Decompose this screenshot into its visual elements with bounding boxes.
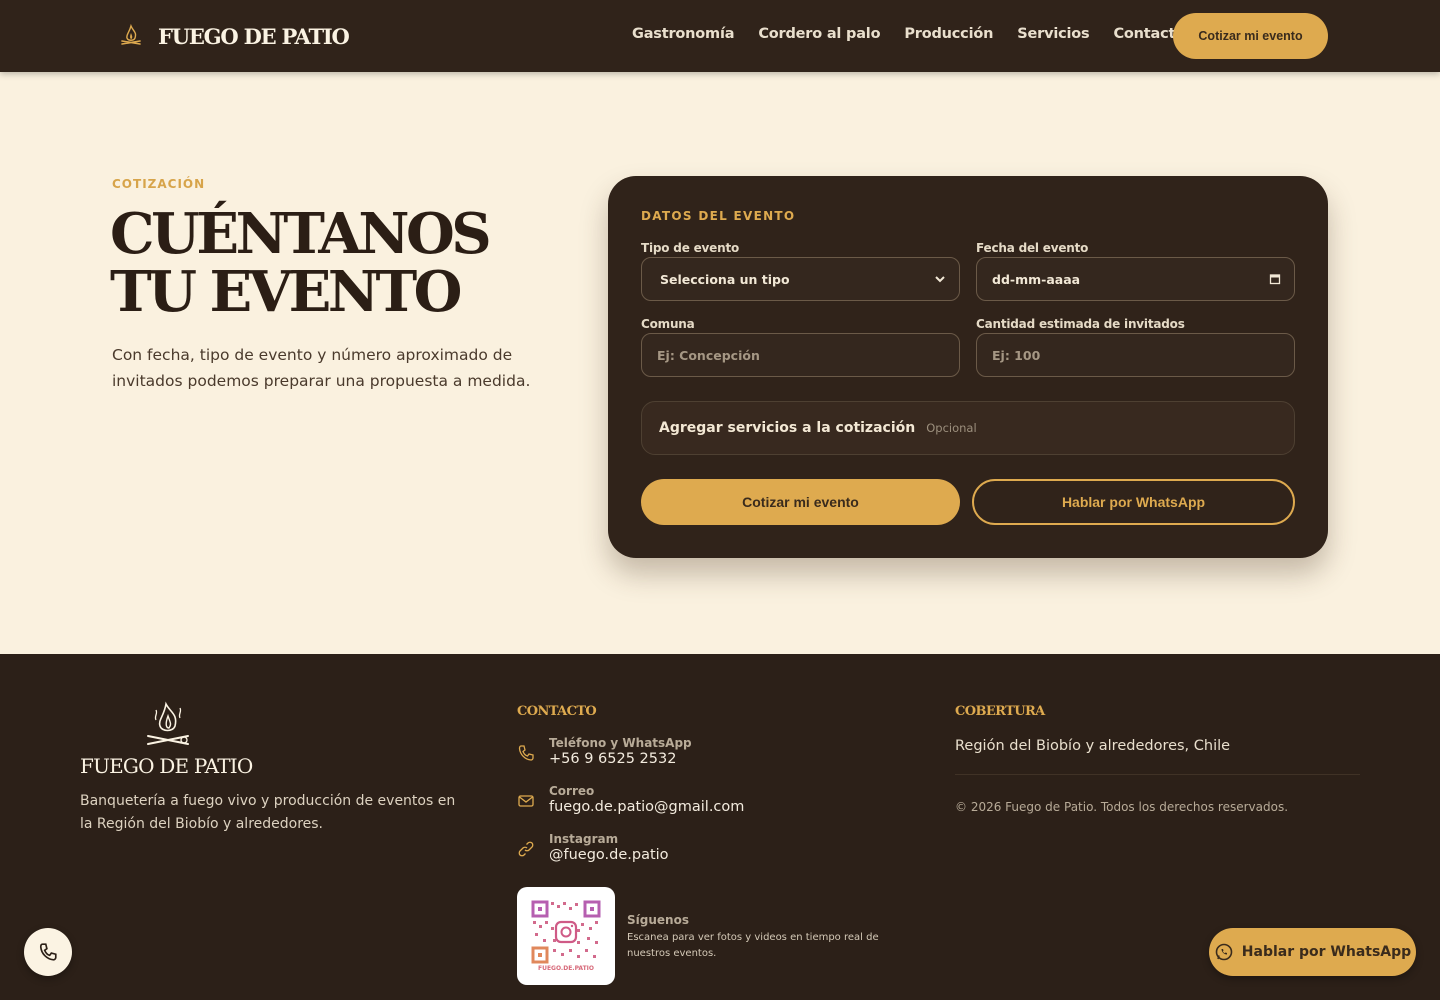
link-icon — [518, 841, 534, 857]
floating-whatsapp-button[interactable]: Hablar por WhatsApp — [1209, 928, 1416, 976]
guests-placeholder: Ej: 100 — [992, 347, 1041, 363]
nav-link-servicios[interactable]: Servicios — [1017, 26, 1089, 42]
form-whatsapp-button[interactable]: Hablar por WhatsApp — [972, 479, 1295, 525]
guests-input[interactable]: Ej: 100 — [976, 333, 1295, 377]
mail-icon — [518, 795, 534, 807]
section-eyebrow: COTIZACIÓN — [112, 177, 206, 191]
floating-call-button[interactable] — [24, 928, 72, 976]
qr-caption: FUEGO.DE.PATIO — [537, 965, 595, 972]
event-date-input[interactable]: dd-mm-aaaa — [976, 257, 1295, 301]
header-quote-button[interactable]: Cotizar mi evento — [1173, 13, 1328, 59]
add-services-toggle[interactable]: Agregar servicios a la cotización Opcion… — [641, 401, 1295, 455]
follow-text: Escanea para ver fotos y videos en tiemp… — [627, 932, 879, 959]
optional-tag: Opcional — [926, 421, 977, 435]
event-date-value: dd-mm-aaaa — [992, 271, 1081, 287]
brand-logo-link[interactable]: FUEGO DE PATIO — [118, 22, 350, 50]
whatsapp-icon — [1215, 943, 1233, 961]
commune-input[interactable]: Ej: Concepción — [641, 333, 960, 377]
hero-description: Con fecha, tipo de evento y número aprox… — [112, 346, 531, 390]
event-type-select[interactable]: Selecciona un tipo — [641, 257, 960, 301]
nav-link-produccion[interactable]: Producción — [904, 26, 993, 42]
nav-link-cordero[interactable]: Cordero al palo — [758, 26, 880, 42]
submit-quote-button[interactable]: Cotizar mi evento — [641, 479, 960, 525]
site-header: FUEGO DE PATIO Gastronomía Cordero al pa… — [0, 0, 1440, 72]
instagram-value: @fuego.de.patio — [549, 847, 669, 863]
event-type-value: Selecciona un tipo — [660, 271, 790, 287]
event-form-card: DATOS DEL EVENTO Tipo de evento Seleccio… — [608, 176, 1328, 558]
add-services-label: Agregar servicios a la cotización — [659, 420, 916, 436]
coverage-heading: COBERTURA — [955, 704, 1045, 719]
contact-instagram[interactable]: Instagram @fuego.de.patio — [517, 832, 669, 863]
nav-link-gastronomia[interactable]: Gastronomía — [632, 26, 735, 42]
title-line-2: TU EVENTO — [110, 259, 462, 325]
copyright-text: © 2026 Fuego de Patio. Todos los derecho… — [955, 800, 1289, 814]
phone-icon — [39, 943, 57, 961]
footer-description: Banquetería a fuego vivo y producción de… — [80, 793, 456, 832]
follow-title: Síguenos — [627, 913, 689, 927]
footer-divider — [955, 774, 1360, 775]
title-line-1: CUÉNTANOS — [110, 201, 492, 267]
floating-whatsapp-label: Hablar por WhatsApp — [1241, 944, 1412, 960]
instagram-qr-code: FUEGO.DE.PATIO — [517, 887, 615, 985]
chevron-down-icon — [935, 276, 945, 283]
campfire-logo-icon — [121, 23, 141, 45]
page-title: CUÉNTANOS TU EVENTO — [110, 205, 580, 321]
footer-brand-name: FUEGO DE PATIO — [80, 754, 253, 778]
guests-label: Cantidad estimada de invitados — [976, 317, 1185, 331]
contact-phone[interactable]: Teléfono y WhatsApp +56 9 6525 2532 — [517, 736, 692, 767]
instagram-label: Instagram — [549, 832, 619, 846]
calendar-icon[interactable] — [1268, 272, 1282, 286]
coverage-text: Región del Biobío y alrededores, Chile — [955, 738, 1231, 754]
contact-heading: CONTACTO — [517, 704, 597, 719]
email-label: Correo — [549, 784, 595, 798]
commune-placeholder: Ej: Concepción — [657, 347, 760, 363]
phone-value: +56 9 6525 2532 — [549, 751, 677, 767]
phone-icon — [518, 745, 534, 761]
main-nav: Gastronomía Cordero al palo Producción S… — [632, 26, 1185, 42]
email-value: fuego.de.patio@gmail.com — [549, 799, 745, 815]
brand-name: FUEGO DE PATIO — [158, 23, 350, 49]
commune-label: Comuna — [641, 317, 695, 331]
contact-email[interactable]: Correo fuego.de.patio@gmail.com — [517, 784, 744, 815]
phone-label: Teléfono y WhatsApp — [549, 736, 692, 750]
campfire-logo-icon — [147, 701, 189, 745]
event-date-label: Fecha del evento — [976, 241, 1089, 255]
form-title: DATOS DEL EVENTO — [641, 209, 796, 223]
event-type-label: Tipo de evento — [641, 241, 740, 255]
